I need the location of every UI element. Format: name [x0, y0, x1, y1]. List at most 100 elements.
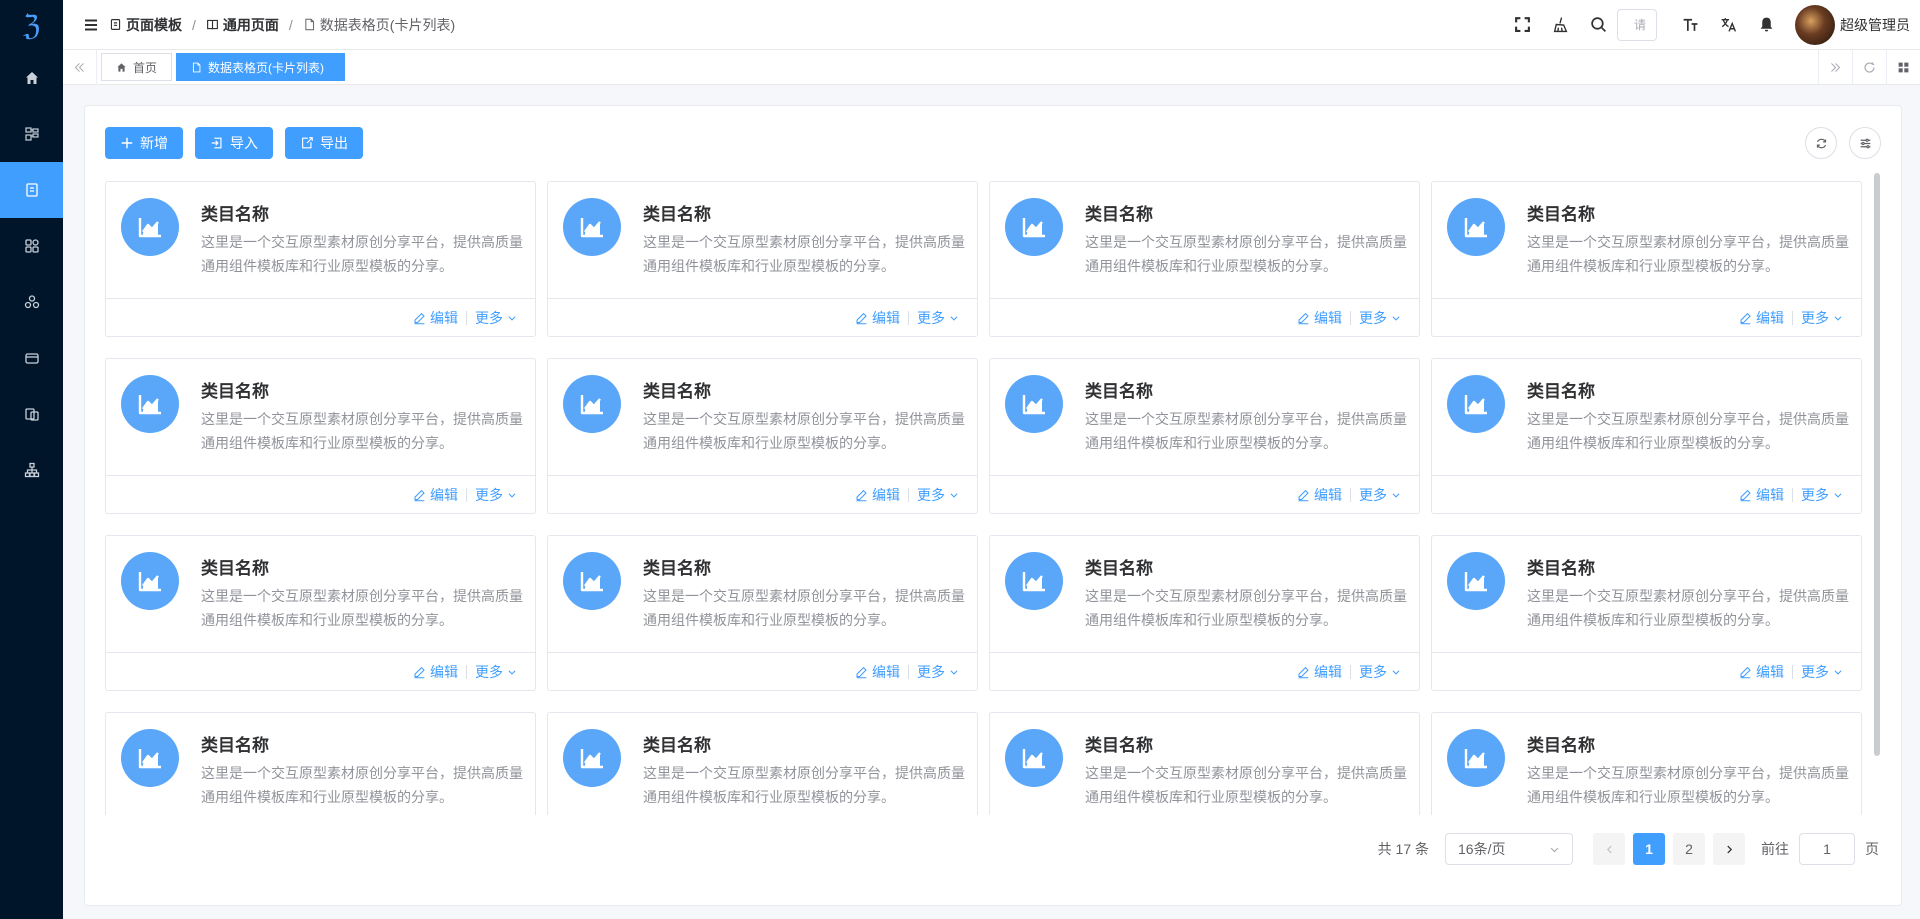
app-logo[interactable]: ℨ [0, 0, 63, 50]
more-dropdown[interactable]: 更多 [1801, 662, 1843, 682]
card-body: 类目名称这里是一个交互原型素材原创分享平台，提供高质量通用组件模板库和行业原型模… [106, 536, 535, 653]
card-title: 类目名称 [643, 205, 711, 224]
search-button[interactable] [1579, 0, 1617, 50]
add-button[interactable]: 新增 [105, 127, 183, 159]
tabs-refresh-button[interactable] [1852, 49, 1886, 85]
card-title: 类目名称 [201, 559, 269, 578]
tab-home[interactable]: 首页 [101, 53, 173, 81]
next-page-button[interactable] [1713, 833, 1745, 865]
card-body: 类目名称 这里是一个交互原型素材原创分享平台，提供高质量通用组件模板库和行业原型模… [1432, 359, 1861, 476]
divider [1792, 311, 1793, 325]
card-actions: 编辑 更多 [990, 476, 1419, 514]
edit-link[interactable]: 编辑 [855, 485, 900, 505]
avatar[interactable] [1795, 4, 1835, 45]
category-card: 类目名称 这里是一个交互原型素材原创分享平台，提供高质量通用组件模板库和行业原型模… [547, 712, 978, 815]
breadcrumb-item[interactable]: 通用页面 [206, 15, 279, 35]
sidebar-item-structure[interactable] [0, 106, 63, 162]
content-panel: 新增 导入 导出 类目名称这里是一个交互原型素材原创分享平台，提供高质量通用组件… [84, 105, 1902, 906]
double-chevron-right-icon [1831, 62, 1841, 72]
page-size-select[interactable]: 16条/页 [1445, 833, 1573, 865]
more-dropdown[interactable]: 更多 [1359, 662, 1401, 682]
edit-label: 编辑 [1314, 664, 1342, 680]
card-body: 类目名称 这里是一个交互原型素材原创分享平台，提供高质量通用组件模板库和行业原型模… [990, 182, 1419, 299]
components-icon [24, 295, 39, 309]
edit-label: 编辑 [1314, 487, 1342, 503]
user-name[interactable]: 超级管理员 [1840, 15, 1910, 35]
sidebar-item-cards[interactable] [0, 330, 63, 386]
card-description: 这里是一个交互原型素材原创分享平台，提供高质量通用组件模板库和行业原型模板的分享… [1527, 765, 1849, 805]
font-size-icon [1683, 18, 1697, 31]
edit-link[interactable]: 编辑 [413, 485, 458, 505]
sidebar-item-home[interactable] [0, 50, 63, 106]
edit-link[interactable]: 编辑 [1739, 662, 1784, 682]
page-icon [110, 19, 121, 30]
language-button[interactable] [1709, 0, 1747, 50]
more-dropdown[interactable]: 更多 [1359, 485, 1401, 505]
search-input[interactable]: 请 [1617, 8, 1657, 41]
sidebar-item-components[interactable] [0, 274, 63, 330]
bell-icon [1760, 17, 1772, 32]
edit-link[interactable]: 编辑 [1297, 308, 1342, 328]
more-dropdown[interactable]: 更多 [1801, 308, 1843, 328]
sidebar-item-grid[interactable] [0, 218, 63, 274]
more-dropdown[interactable]: 更多 [1359, 308, 1401, 328]
tabs-menu-button[interactable] [1886, 49, 1920, 85]
card-title: 类目名称 [643, 736, 711, 755]
plus-icon [121, 137, 133, 149]
edit-label: 编辑 [430, 310, 458, 326]
breadcrumb-item: 数据表格页(卡片列表) [303, 15, 455, 35]
more-dropdown[interactable]: 更多 [917, 662, 959, 682]
divider [908, 665, 909, 679]
card-body: 类目名称 这里是一个交互原型素材原创分享平台，提供高质量通用组件模板库和行业原型模… [990, 713, 1419, 815]
chart-icon [1447, 552, 1505, 610]
more-label: 更多 [1801, 310, 1829, 326]
sidebar-item-organization[interactable] [0, 442, 63, 498]
breadcrumb-item[interactable]: 页面模板 [109, 15, 182, 35]
fullscreen-button[interactable] [1503, 0, 1541, 50]
card-description: 这里是一个交互原型素材原创分享平台，提供高质量通用组件模板库和行业原型模板的分享… [201, 588, 523, 628]
vertical-scrollbar[interactable] [1874, 173, 1880, 756]
theme-button[interactable] [1541, 0, 1579, 50]
edit-link[interactable]: 编辑 [413, 308, 458, 328]
edit-link[interactable]: 编辑 [413, 662, 458, 682]
more-dropdown[interactable]: 更多 [475, 662, 517, 682]
page-button-2[interactable]: 2 [1673, 833, 1705, 865]
more-dropdown[interactable]: 更多 [475, 308, 517, 328]
chart-icon [563, 198, 621, 256]
refresh-button[interactable] [1805, 127, 1837, 159]
more-dropdown[interactable]: 更多 [475, 485, 517, 505]
more-dropdown[interactable]: 更多 [917, 308, 959, 328]
sidebar-item-documents[interactable] [0, 386, 63, 442]
edit-icon [1740, 489, 1751, 501]
edit-icon [856, 489, 867, 501]
export-button[interactable]: 导出 [285, 127, 363, 159]
font-size-button[interactable] [1671, 0, 1709, 50]
pagination-total: 共 17 条 [1377, 841, 1429, 857]
edit-link[interactable]: 编辑 [855, 308, 900, 328]
edit-link[interactable]: 编辑 [855, 662, 900, 682]
edit-link[interactable]: 编辑 [1297, 662, 1342, 682]
tab-card-list[interactable]: 数据表格页(卡片列表) [176, 53, 346, 81]
more-label: 更多 [1359, 310, 1387, 326]
export-button-label: 导出 [320, 135, 348, 151]
more-label: 更多 [917, 664, 945, 680]
menu-toggle-button[interactable] [73, 17, 109, 33]
prev-page-button[interactable] [1593, 833, 1625, 865]
tabs-scroll-left-button[interactable] [63, 49, 97, 85]
page-button-1[interactable]: 1 [1633, 833, 1665, 865]
edit-link[interactable]: 编辑 [1739, 308, 1784, 328]
notifications-button[interactable] [1747, 0, 1785, 50]
column-settings-button[interactable] [1849, 127, 1881, 159]
goto-page-input[interactable]: 1 [1799, 833, 1855, 865]
refresh-icon [1864, 61, 1875, 73]
chart-icon [1447, 375, 1505, 433]
tabs-scroll-right-button[interactable] [1818, 49, 1852, 85]
category-card: 类目名称 这里是一个交互原型素材原创分享平台，提供高质量通用组件模板库和行业原型模… [547, 181, 978, 337]
page-size-value: 16条/页 [1458, 841, 1506, 857]
sidebar-item-pages[interactable] [0, 162, 63, 218]
edit-link[interactable]: 编辑 [1739, 485, 1784, 505]
import-button[interactable]: 导入 [195, 127, 273, 159]
more-dropdown[interactable]: 更多 [917, 485, 959, 505]
edit-link[interactable]: 编辑 [1297, 485, 1342, 505]
more-dropdown[interactable]: 更多 [1801, 485, 1843, 505]
